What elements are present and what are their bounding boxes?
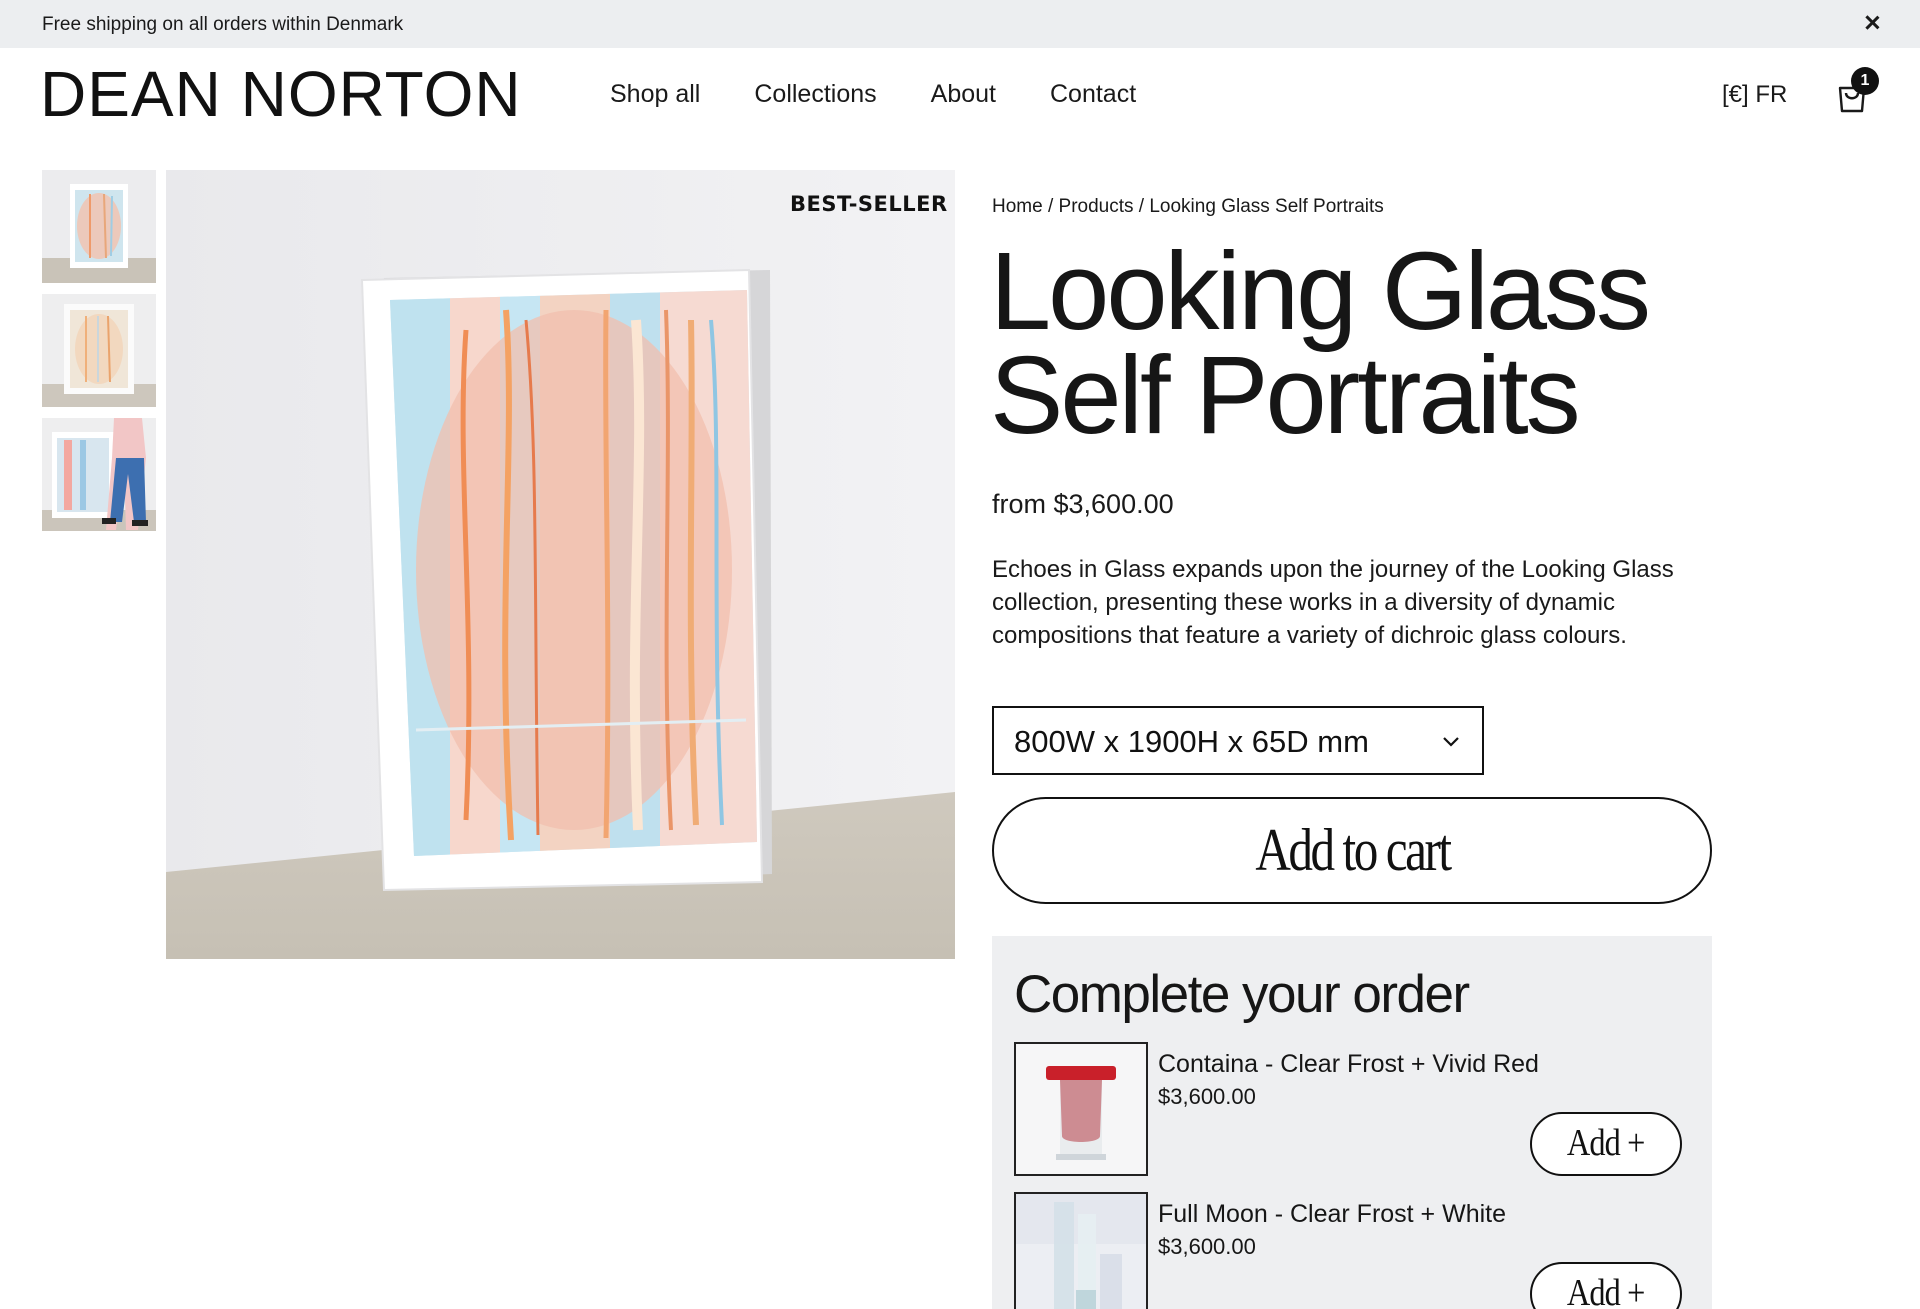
upsell-item-image[interactable] [1014, 1192, 1148, 1309]
best-seller-badge: BEST-SELLER [790, 192, 948, 216]
upsell-item-name[interactable]: Full Moon - Clear Frost + White [1158, 1200, 1506, 1229]
upsell-title: Complete your order [1014, 965, 1470, 1024]
site-logo[interactable]: DEAN NORTON [40, 62, 522, 126]
close-icon[interactable] [1860, 11, 1884, 35]
product-title: Looking Glass Self Portraits [990, 237, 1770, 451]
nav-collections[interactable]: Collections [754, 80, 876, 109]
main-product-image[interactable] [166, 170, 955, 959]
product-price: from $3,600.00 [992, 489, 1174, 519]
product-description: Echoes in Glass expands upon the journey… [992, 556, 1674, 649]
nav-about[interactable]: About [931, 80, 996, 109]
nav-contact[interactable]: Contact [1050, 80, 1136, 109]
breadcrumb-separator: / [1138, 196, 1145, 217]
breadcrumb: Home / Products / Looking Glass Self Por… [992, 196, 1384, 218]
chevron-down-icon [1443, 737, 1459, 747]
breadcrumb-current: Looking Glass Self Portraits [1149, 196, 1384, 217]
thumbnail-framed-glass-front[interactable] [42, 170, 156, 283]
add-to-cart-label: Add to cart [1254, 817, 1452, 883]
upsell-item: Full Moon - Clear Frost + White $3,600.0… [1014, 1192, 1690, 1309]
add-to-cart-button[interactable]: Add to cart [992, 797, 1712, 904]
upsell-item-name[interactable]: Containa - Clear Frost + Vivid Red [1158, 1050, 1539, 1079]
breadcrumb-separator: / [1047, 196, 1054, 217]
main-nav: Shop all Collections About Contact [610, 80, 1136, 109]
cart-count-badge: 1 [1851, 67, 1879, 95]
upsell-item-image[interactable] [1014, 1042, 1148, 1176]
upsell-add-button[interactable]: Add + [1530, 1112, 1682, 1176]
product-title-line2: Self Portraits [990, 334, 1581, 457]
complete-your-order-panel: Complete your order Containa - Clear Fro… [992, 936, 1712, 1309]
announcement-text: Free shipping on all orders within Denma… [42, 14, 404, 35]
upsell-item: Containa - Clear Frost + Vivid Red $3,60… [1014, 1042, 1690, 1176]
upsell-add-button[interactable]: Add + [1530, 1262, 1682, 1309]
currency-language-selector[interactable]: [€] FR [1722, 81, 1787, 109]
thumbnail-framed-glass-angle[interactable] [42, 294, 156, 407]
variant-selected-value: 800W x 1900H x 65D mm [1014, 724, 1369, 759]
thumbnail-glass-with-person[interactable] [42, 418, 156, 531]
nav-shop-all[interactable]: Shop all [610, 80, 700, 109]
upsell-item-price: $3,600.00 [1158, 1234, 1256, 1259]
announcement-bar: Free shipping on all orders within Denma… [0, 0, 1920, 48]
upsell-add-label: Add + [1567, 1122, 1646, 1164]
upsell-item-price: $3,600.00 [1158, 1084, 1256, 1109]
breadcrumb-products[interactable]: Products [1059, 196, 1134, 217]
size-variant-select[interactable]: 800W x 1900H x 65D mm [992, 706, 1484, 775]
breadcrumb-home[interactable]: Home [992, 196, 1043, 217]
thumbnail-list [42, 170, 156, 542]
upsell-add-label: Add + [1567, 1272, 1646, 1309]
